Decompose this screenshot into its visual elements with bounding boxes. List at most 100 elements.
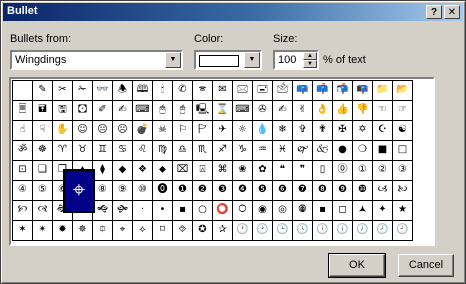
symbol-cell[interactable]: ① — [353, 161, 373, 181]
symbol-cell[interactable]: 🖰 — [173, 101, 193, 121]
symbol-cell[interactable]: 🟂 — [353, 201, 373, 221]
symbol-cell[interactable]: 🕕 — [333, 221, 353, 241]
symbol-cell[interactable]: ◆ — [113, 161, 133, 181]
symbol-cell[interactable]: 🙡 — [13, 201, 33, 221]
symbol-cell[interactable]: ✴ — [33, 221, 53, 241]
symbol-cell[interactable]: 👎 — [353, 101, 373, 121]
symbol-cell[interactable]: ♌ — [133, 141, 153, 161]
symbol-cell[interactable]: ⍓ — [193, 161, 213, 181]
symbol-cell[interactable]: 🗏 — [13, 101, 33, 121]
symbol-cell[interactable]: ♈ — [53, 141, 73, 161]
symbol-cell[interactable]: ⌘ — [213, 161, 233, 181]
symbol-cell[interactable]: ❽ — [313, 181, 333, 201]
symbol-cell[interactable]: ✇ — [253, 101, 273, 121]
symbol-cell[interactable]: ♊ — [93, 141, 113, 161]
symbol-cell[interactable]: ☺ — [73, 121, 93, 141]
symbol-cell[interactable]: ✞ — [293, 121, 313, 141]
symbol-cell[interactable]: 🕔 — [313, 221, 333, 241]
size-value[interactable]: 100 — [278, 54, 296, 66]
symbol-cell[interactable]: ☯ — [393, 121, 413, 141]
symbol-cell[interactable]: 🖫 — [53, 101, 73, 121]
symbol-cell[interactable]: 🕐 — [233, 221, 253, 241]
symbol-cell[interactable]: ☼ — [233, 121, 253, 141]
symbol-cell[interactable]: ♎ — [173, 141, 193, 161]
symbol-cell[interactable]: ✍ — [273, 101, 293, 121]
symbol-cell[interactable]: 📫 — [313, 81, 333, 101]
symbol-cell[interactable]: ❝ — [273, 161, 293, 181]
cancel-button[interactable]: Cancel — [398, 254, 454, 277]
symbol-cell[interactable]: ❖ — [133, 161, 153, 181]
symbol-cell[interactable]: 🕭 — [113, 81, 133, 101]
symbol-cell[interactable]: 🕘 — [393, 221, 413, 241]
close-button[interactable]: ✕ — [444, 5, 460, 19]
title-bar[interactable]: Bullet ? ✕ — [3, 3, 463, 21]
symbol-cell[interactable]: ☸ — [33, 141, 53, 161]
symbol-cell[interactable]: 👍 — [333, 101, 353, 121]
symbol-cell[interactable]: ⑤ — [33, 181, 53, 201]
help-button[interactable]: ? — [426, 5, 442, 19]
symbol-cell[interactable]: ♍ — [153, 141, 173, 161]
symbol-cell[interactable]: ⌧ — [173, 161, 193, 181]
symbol-cell[interactable]: 📂 — [393, 81, 413, 101]
symbol-cell[interactable]: ◻ — [333, 201, 353, 221]
symbol-cell[interactable]: ⧫ — [93, 161, 113, 181]
symbol-cell[interactable]: ⭕ — [213, 201, 233, 221]
symbol-cell[interactable]: ☪ — [373, 121, 393, 141]
symbol-cell[interactable]: ♒ — [253, 141, 273, 161]
symbol-cell[interactable]: 🙠 — [393, 181, 413, 201]
symbol-cell[interactable]: ❄ — [273, 121, 293, 141]
symbol-cell[interactable]: ✆ — [173, 81, 193, 101]
symbol-cell[interactable]: ⌖ — [113, 221, 133, 241]
symbol-grid[interactable]: ✎ ✂ ✁ 👓 🕭 🕮 🕯 ✆ 🕿 ✉ 🖂 🖃 🖄 📪 📫 📬 📭 📁 📂 🗏 🖬 🖫 🖸 ✐ ✍ ⌨ 🖱 🖰 🖳 ⌛ ⌨ ✇ ✍ ✌ 👌 👍 👎 ☜ ☞ ☝… — [12, 80, 413, 241]
symbol-cell[interactable]: 🕓 — [293, 221, 313, 241]
symbol-cell[interactable]: 🖬 — [33, 101, 53, 121]
symbol-cell[interactable]: ⑨ — [113, 181, 133, 201]
symbol-cell[interactable]: ☹ — [113, 121, 133, 141]
symbol-cell[interactable]: 🕗 — [373, 221, 393, 241]
symbol-cell[interactable]: 📪 — [293, 81, 313, 101]
symbol-cell[interactable]: ⚐ — [173, 121, 193, 141]
symbol-cell[interactable]: 📁 — [373, 81, 393, 101]
symbol-cell[interactable]: • — [153, 201, 173, 221]
symbol-cell[interactable]: ③ — [393, 161, 413, 181]
symbol-cell[interactable]: ☜ — [373, 101, 393, 121]
symbol-cell[interactable]: ☠ — [153, 121, 173, 141]
symbol-cell[interactable]: ⬥ — [153, 161, 173, 181]
symbol-cell[interactable]: ✋ — [53, 121, 73, 141]
symbol-cell[interactable]: ✈ — [213, 121, 233, 141]
symbol-cell[interactable]: 👌 — [313, 101, 333, 121]
symbol-cell[interactable]: 🕑 — [253, 221, 273, 241]
symbol-cell[interactable]: ▪ — [313, 201, 333, 221]
symbol-cell[interactable]: ⯑ — [173, 221, 193, 241]
symbol-cell[interactable]: ❀ — [233, 161, 253, 181]
symbol-cell[interactable]: ⌛ — [213, 101, 233, 121]
symbol-cell[interactable]: 💣 — [133, 121, 153, 141]
color-dropdown[interactable]: ▼ — [194, 50, 262, 70]
symbol-cell[interactable]: ✐ — [93, 101, 113, 121]
symbol-cell[interactable]: ⓪ — [333, 161, 353, 181]
symbol-cell[interactable]: ❍ — [353, 141, 373, 161]
symbol-cell[interactable]: ॐ — [13, 141, 33, 161]
symbol-cell[interactable]: ❿ — [353, 181, 373, 201]
symbol-cell[interactable]: ⌨ — [233, 101, 253, 121]
symbol-cell[interactable]: ✉ — [213, 81, 233, 101]
symbol-cell[interactable]: ♐ — [213, 141, 233, 161]
symbol-cell[interactable]: 🙢 — [373, 181, 393, 201]
symbol-cell[interactable]: 🖄 — [273, 81, 293, 101]
symbol-cell[interactable]: ♉ — [73, 141, 93, 161]
symbol-cell[interactable]: ❷ — [193, 181, 213, 201]
symbol-cell[interactable]: ♋ — [113, 141, 133, 161]
symbol-cell[interactable]: ● — [333, 141, 353, 161]
symbol-cell[interactable]: ⑧ — [93, 181, 113, 201]
symbol-cell[interactable]: 🙣 — [33, 201, 53, 221]
symbol-cell[interactable]: 💧 — [253, 121, 273, 141]
symbol-cell[interactable]: 🖸 — [73, 101, 93, 121]
symbol-cell[interactable]: ✰ — [213, 221, 233, 241]
symbol-cell[interactable]: 🕿 — [193, 81, 213, 101]
symbol-cell[interactable]: ④ — [13, 181, 33, 201]
symbol-cell[interactable]: ✠ — [333, 121, 353, 141]
symbol-cell[interactable]: ♑ — [233, 141, 253, 161]
symbol-cell[interactable]: ⟡ — [133, 221, 153, 241]
symbol-cell[interactable]: ⓿ — [153, 181, 173, 201]
symbol-cell[interactable]: ⌨ — [133, 101, 153, 121]
